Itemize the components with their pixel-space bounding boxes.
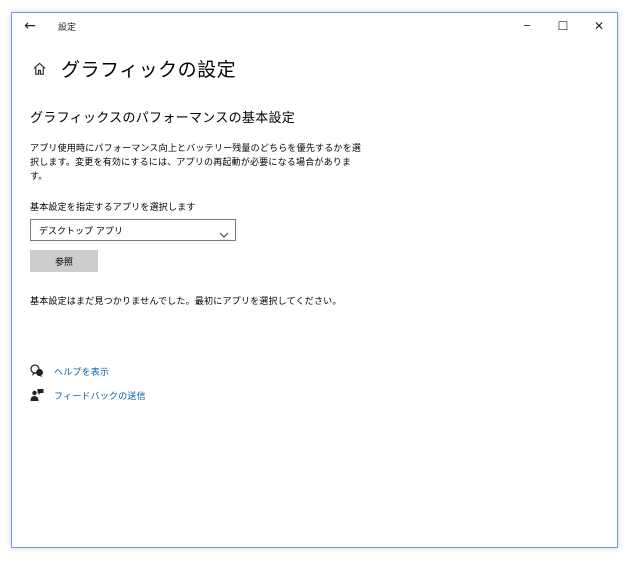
- app-type-dropdown[interactable]: デスクトップ アプリ: [30, 219, 236, 241]
- description-text: アプリ使用時にパフォーマンス向上とバッテリー残量のどちらを優先するかを選択します…: [30, 144, 362, 182]
- back-button[interactable]: ←: [20, 16, 40, 36]
- select-app-label: 基本設定を指定するアプリを選択します: [30, 203, 196, 213]
- help-link-row[interactable]: ヘルプを表示: [30, 362, 599, 380]
- back-arrow-icon: ←: [24, 18, 36, 34]
- home-icon[interactable]: [31, 60, 47, 76]
- window-title: 設定: [58, 23, 77, 33]
- feedback-link[interactable]: フィードバックの送信: [54, 389, 146, 402]
- section-title: グラフィックスのパフォーマンスの基本設定: [30, 111, 296, 126]
- help-chat-icon: [30, 364, 44, 378]
- maximize-button[interactable]: ☐: [545, 13, 581, 39]
- settings-window: ← 設定 ─ ☐ ✕ グラフィックの設定 グラフィックスのパフォーマンスの基本設…: [11, 12, 618, 548]
- close-button[interactable]: ✕: [581, 13, 617, 39]
- minimize-icon: ─: [523, 20, 531, 32]
- chevron-down-icon: [219, 225, 229, 238]
- page-title: グラフィックの設定: [61, 58, 237, 81]
- page-content: グラフィックの設定 グラフィックスのパフォーマンスの基本設定 アプリ使用時にパフ…: [30, 53, 599, 410]
- minimize-button[interactable]: ─: [509, 13, 545, 39]
- title-bar: ← 設定 ─ ☐ ✕: [12, 13, 617, 39]
- help-links: ヘルプを表示 フィードバックの送信: [30, 362, 599, 404]
- window-controls: ─ ☐ ✕: [509, 13, 617, 39]
- browse-button[interactable]: 参照: [30, 250, 98, 272]
- empty-message: 基本設定はまだ見つかりませんでした。最初にアプリを選択してください。: [30, 297, 342, 307]
- maximize-icon: ☐: [557, 19, 569, 33]
- page-header: グラフィックの設定: [30, 53, 599, 83]
- feedback-person-icon: [30, 388, 44, 402]
- help-link[interactable]: ヘルプを表示: [54, 365, 109, 378]
- feedback-link-row[interactable]: フィードバックの送信: [30, 386, 599, 404]
- dropdown-value: デスクトップ アプリ: [39, 226, 123, 237]
- close-icon: ✕: [593, 19, 605, 33]
